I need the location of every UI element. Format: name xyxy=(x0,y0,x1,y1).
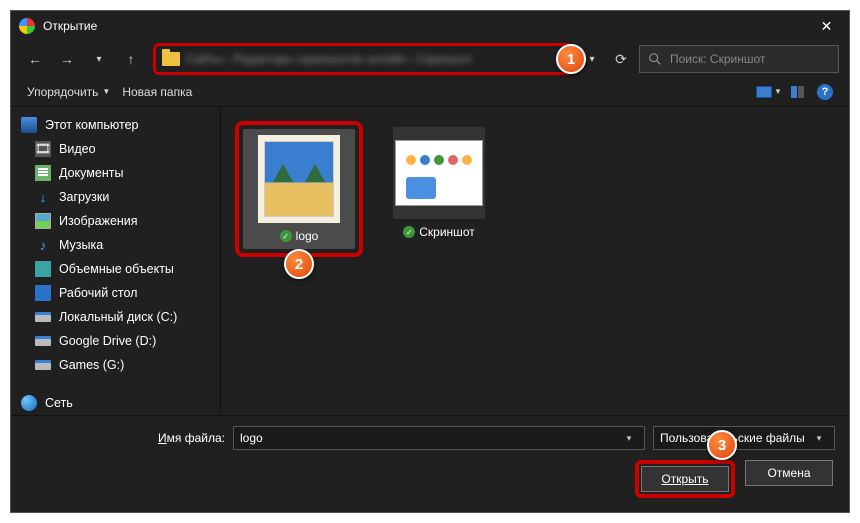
cancel-button[interactable]: Отмена xyxy=(745,460,833,486)
nav-row: ← → ▾ ↑ Сайты › Редакторы скриншотов онл… xyxy=(11,41,849,77)
window-title: Открытие xyxy=(43,19,804,33)
chevron-down-icon[interactable]: ▾ xyxy=(620,433,638,444)
tree-music[interactable]: ♪Музыка xyxy=(11,233,220,257)
documents-icon xyxy=(35,165,51,181)
organize-menu[interactable]: Упорядочить▼ xyxy=(21,82,116,102)
search-box[interactable]: Поиск: Скриншот xyxy=(639,45,839,73)
file-list[interactable]: ✓ logo 2 ✓ Скриншот xyxy=(221,107,849,415)
address-path: Сайты › Редакторы скриншотов онлайн › Ск… xyxy=(186,52,472,66)
filename-input[interactable]: logo▾ xyxy=(233,426,645,450)
callout-badge-3: 3 xyxy=(707,430,737,460)
tree-downloads[interactable]: ↓Загрузки xyxy=(11,185,220,209)
back-button[interactable]: ← xyxy=(21,45,49,73)
search-icon xyxy=(648,52,662,66)
open-button-highlight: Открыть 3 xyxy=(635,460,735,498)
nav-tree: Этот компьютер 🎞Видео Документы ↓Загрузк… xyxy=(11,107,221,415)
forward-button[interactable]: → xyxy=(53,45,81,73)
up-button[interactable]: ↑ xyxy=(117,45,145,73)
tree-google-drive[interactable]: Google Drive (D:) xyxy=(11,329,220,353)
open-button[interactable]: Открыть xyxy=(641,466,729,492)
dialog-body: Этот компьютер 🎞Видео Документы ↓Загрузк… xyxy=(11,107,849,415)
tree-desktop[interactable]: Рабочий стол xyxy=(11,281,220,305)
downloads-icon: ↓ xyxy=(35,189,51,205)
disk-icon xyxy=(35,357,51,373)
disk-icon xyxy=(35,309,51,325)
callout-badge-2: 2 xyxy=(284,249,314,279)
network-icon xyxy=(21,395,37,411)
file-name: logo xyxy=(296,229,319,243)
app-icon xyxy=(19,18,35,34)
tree-3d-objects[interactable]: Объемные объекты xyxy=(11,257,220,281)
dialog-bottom: Имя файла: logo▾ Пользовательские файлы▾… xyxy=(11,415,849,512)
file-thumbnail xyxy=(393,127,485,219)
music-icon: ♪ xyxy=(35,237,51,253)
help-button[interactable]: ? xyxy=(811,81,839,103)
chevron-down-icon[interactable]: ▾ xyxy=(810,433,828,444)
file-item-screenshot[interactable]: ✓ Скриншот xyxy=(383,121,495,245)
view-mode-button[interactable]: ▼ xyxy=(755,81,783,103)
tree-local-c[interactable]: Локальный диск (C:) xyxy=(11,305,220,329)
tree-videos[interactable]: 🎞Видео xyxy=(11,137,220,161)
preview-pane-button[interactable] xyxy=(783,81,811,103)
pictures-icon xyxy=(35,213,51,229)
tree-documents[interactable]: Документы xyxy=(11,161,220,185)
tree-this-pc[interactable]: Этот компьютер xyxy=(11,113,220,137)
file-thumbnail xyxy=(258,135,340,223)
file-name: Скриншот xyxy=(419,225,474,239)
toolbar: Упорядочить▼ Новая папка ▼ ? xyxy=(11,77,849,107)
recent-dropdown[interactable]: ▾ xyxy=(85,45,113,73)
close-button[interactable]: ✕ xyxy=(804,11,849,41)
address-bar[interactable]: Сайты › Редакторы скриншотов онлайн › Ск… xyxy=(153,43,573,75)
tree-games[interactable]: Games (G:) xyxy=(11,353,220,377)
tree-network[interactable]: Сеть xyxy=(11,391,220,415)
objects3d-icon xyxy=(35,261,51,277)
selected-file-highlight: ✓logo 2 xyxy=(235,121,363,257)
file-type-filter[interactable]: Пользовательские файлы▾ xyxy=(653,426,835,450)
video-icon: 🎞 xyxy=(35,141,51,157)
titlebar: Открытие ✕ xyxy=(11,11,849,41)
sync-status-icon: ✓ xyxy=(280,230,292,242)
pc-icon xyxy=(21,117,37,133)
sync-status-icon: ✓ xyxy=(403,226,415,238)
file-open-dialog: Открытие ✕ ← → ▾ ↑ Сайты › Редакторы скр… xyxy=(10,10,850,513)
refresh-button[interactable]: ⟳ xyxy=(607,45,635,73)
disk-icon xyxy=(35,333,51,349)
folder-icon xyxy=(162,52,180,66)
callout-badge-1: 1 xyxy=(556,44,586,74)
tree-pictures[interactable]: Изображения xyxy=(11,209,220,233)
new-folder-button[interactable]: Новая папка xyxy=(116,82,198,102)
file-item-logo[interactable]: ✓ logo xyxy=(243,129,355,249)
search-placeholder: Поиск: Скриншот xyxy=(670,52,765,66)
filename-label: Имя файла: xyxy=(25,431,225,445)
desktop-icon xyxy=(35,285,51,301)
